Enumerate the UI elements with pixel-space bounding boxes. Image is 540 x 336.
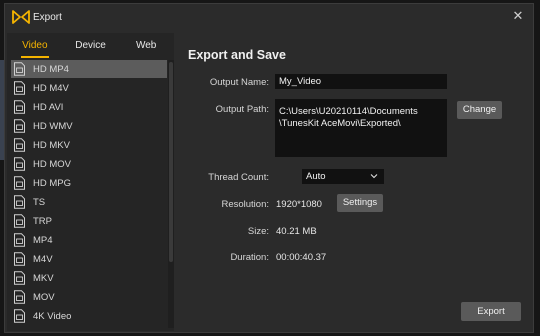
video-file-icon [13, 252, 26, 266]
format-label: HD MKV [33, 139, 70, 151]
size-label: Size: [247, 226, 269, 237]
size-value: 40.21 MB [276, 226, 317, 237]
format-item-mov[interactable]: MOV [11, 288, 167, 306]
export-settings-panel: Export and Save Output Name: My_Video Ou… [177, 33, 533, 331]
format-label: HD WMV [33, 120, 73, 132]
format-label: HD AVI [33, 101, 64, 113]
thread-count-value: Auto [306, 171, 326, 182]
format-label: MP4 [33, 234, 53, 246]
output-path-field[interactable]: C:\Users\U20210114\Documents \TunesKit A… [275, 99, 447, 157]
video-file-icon [13, 195, 26, 209]
export-dialog: Export ✕ Video Device Web HD MP4 HD M4V … [4, 3, 534, 333]
format-list: HD MP4 HD M4V HD AVI HD WMV HD MKV HD MO… [7, 60, 167, 331]
video-file-icon [13, 138, 26, 152]
format-item-mp4[interactable]: MP4 [11, 231, 167, 249]
output-path-line: \TunesKit AceMovi\Exported\ [279, 118, 401, 129]
format-label: MKV [33, 272, 54, 284]
video-file-icon [13, 309, 26, 323]
format-label: MOV [33, 291, 55, 303]
video-file-icon [13, 214, 26, 228]
tab-device[interactable]: Device [63, 33, 119, 59]
format-item-mkv[interactable]: MKV [11, 269, 167, 287]
video-file-icon [13, 290, 26, 304]
format-item-hd-avi[interactable]: HD AVI [11, 98, 167, 116]
format-label: 4K Video [33, 310, 72, 322]
format-label: TS [33, 196, 46, 208]
settings-button[interactable]: Settings [337, 194, 383, 212]
format-item-m4v[interactable]: M4V [11, 250, 167, 268]
resolution-label: Resolution: [221, 199, 269, 210]
format-item-trp[interactable]: TRP [11, 212, 167, 230]
output-path-label: Output Path: [215, 104, 269, 115]
format-item-4k-video[interactable]: 4K Video [11, 307, 167, 325]
video-file-icon [13, 233, 26, 247]
format-panel: Video Device Web HD MP4 HD M4V HD AVI HD… [7, 33, 174, 331]
format-item-hd-mpg[interactable]: HD MPG [11, 174, 167, 192]
duration-label: Duration: [230, 252, 269, 263]
duration-value: 00:00:40.37 [276, 252, 327, 263]
output-path-line: C:\Users\U20210114\Documents [279, 106, 418, 117]
panel-heading: Export and Save [188, 48, 286, 62]
title-bar: Export ✕ [5, 4, 533, 30]
output-name-label: Output Name: [209, 77, 269, 88]
video-file-icon [13, 271, 26, 285]
change-button[interactable]: Change [457, 101, 502, 119]
format-list-scrollbar[interactable] [168, 60, 174, 328]
thread-count-label: Thread Count: [208, 172, 269, 183]
format-item-hd-mkv[interactable]: HD MKV [11, 136, 167, 154]
format-item-ts[interactable]: TS [11, 193, 167, 211]
app-logo-icon [12, 10, 30, 24]
format-item-hd-mp4[interactable]: HD MP4 [11, 60, 167, 78]
format-label: HD MPG [33, 177, 71, 189]
format-tabs: Video Device Web [7, 33, 174, 59]
format-label: HD MP4 [33, 63, 69, 75]
resolution-value: 1920*1080 [276, 199, 322, 210]
format-item-hd-m4v[interactable]: HD M4V [11, 79, 167, 97]
format-item-hd-wmv[interactable]: HD WMV [11, 117, 167, 135]
video-file-icon [13, 62, 26, 76]
video-file-icon [13, 119, 26, 133]
format-label: M4V [33, 253, 53, 265]
format-label: TRP [33, 215, 52, 227]
export-button[interactable]: Export [461, 302, 521, 321]
video-file-icon [13, 176, 26, 190]
video-file-icon [13, 157, 26, 171]
chevron-down-icon [370, 174, 378, 179]
format-label: HD MOV [33, 158, 71, 170]
tab-video[interactable]: Video [7, 33, 63, 59]
video-file-icon [13, 100, 26, 114]
output-name-input[interactable]: My_Video [275, 74, 447, 89]
close-icon[interactable]: ✕ [511, 9, 525, 23]
video-file-icon [13, 81, 26, 95]
format-item-hd-mov[interactable]: HD MOV [11, 155, 167, 173]
tab-web[interactable]: Web [118, 33, 174, 59]
format-label: HD M4V [33, 82, 69, 94]
scrollbar-thumb[interactable] [169, 62, 173, 262]
window-title: Export [33, 12, 62, 23]
thread-count-select[interactable]: Auto [302, 169, 384, 184]
